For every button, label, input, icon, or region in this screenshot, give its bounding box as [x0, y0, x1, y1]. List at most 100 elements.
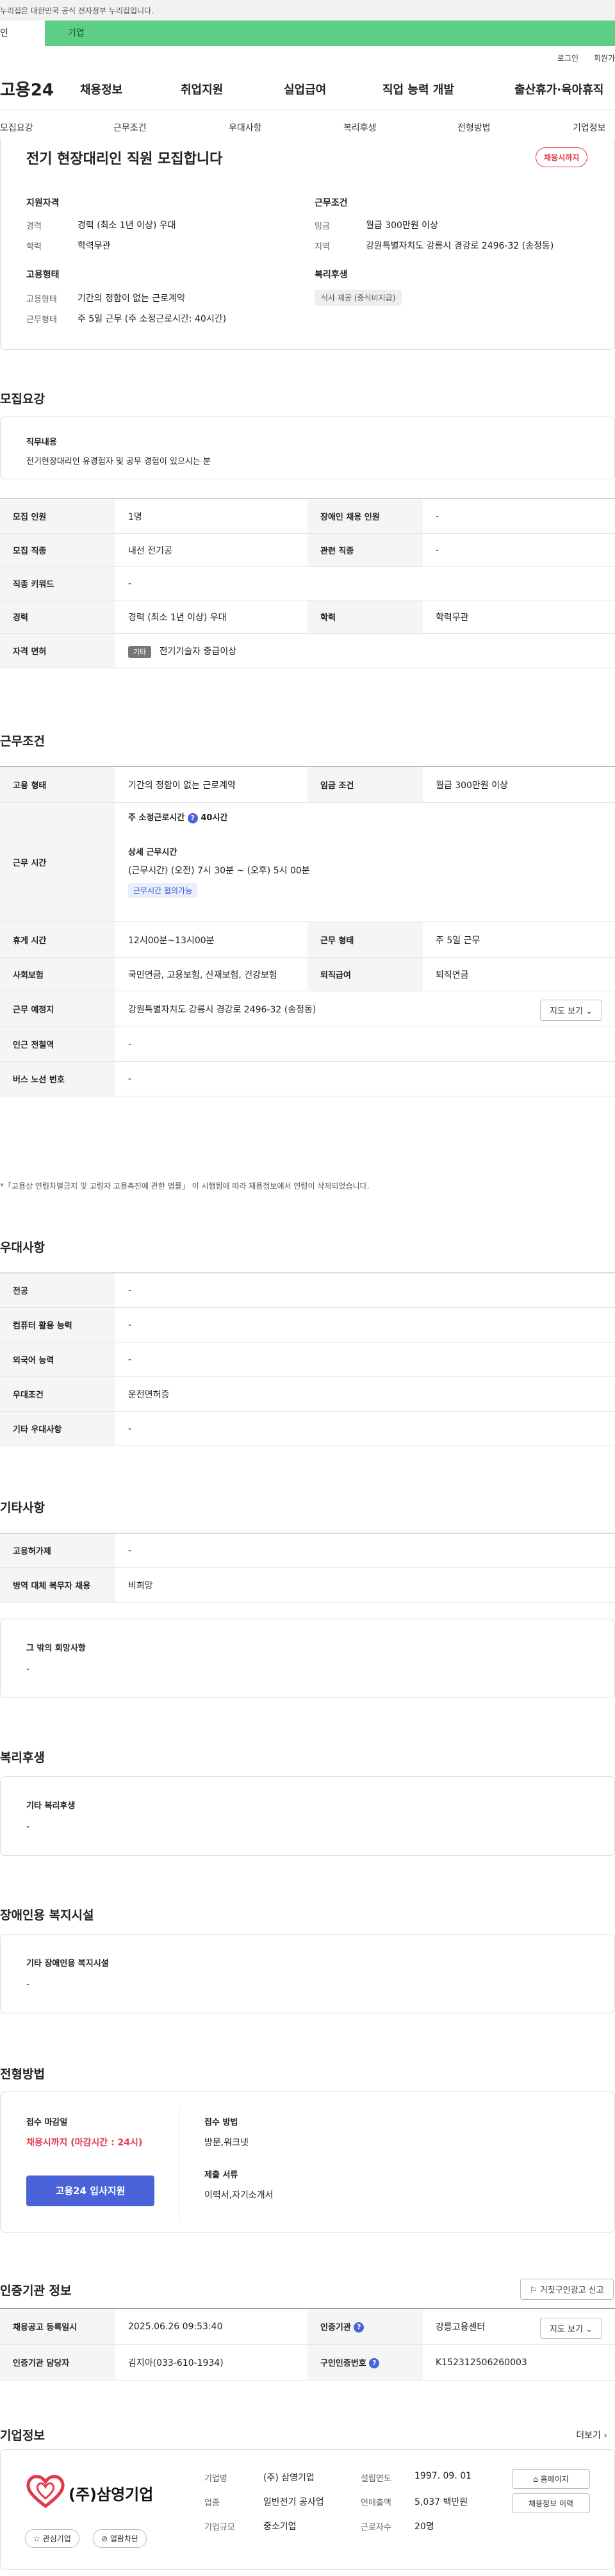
- employees-value: 20명: [414, 2522, 434, 2532]
- nav-item-unemployment-benefit[interactable]: 실업급여: [284, 81, 326, 97]
- hours-key: 근무 시간: [0, 802, 115, 922]
- section-nav-selection[interactable]: 전형방법: [457, 121, 491, 134]
- hours-week-label: 주 소정근로시간: [128, 813, 185, 823]
- break-key: 휴게 시간: [0, 921, 115, 958]
- heart-logo-icon: [26, 2475, 65, 2509]
- education-value: 학력무관: [78, 241, 111, 251]
- section-nav-company[interactable]: 기업정보: [573, 121, 606, 134]
- chevron-right-icon: ›: [603, 2431, 607, 2441]
- block-view-button[interactable]: ⊘ 열람차단: [93, 2529, 147, 2548]
- career-value: 경력 (최소 1년 이상) 우대: [78, 220, 176, 231]
- wish-card: 그 밖의 희망사항 -: [0, 1619, 615, 1698]
- block-icon: ⊘: [101, 2534, 108, 2543]
- company-name-key: 기업명: [204, 2474, 227, 2484]
- area-value: 강원특별자치도 강릉시 경강로 2496-32 (송정동): [366, 241, 554, 251]
- chevron-down-icon: ⌄: [586, 1007, 593, 1016]
- welfare-heading: 복리후생: [0, 1751, 45, 1765]
- manager-key: 인증기관 담당자: [0, 2344, 115, 2381]
- content-area: 전기 현장대리인 직원 모집합니다 채용시까지 지원자격 경력 경력 (최소 1…: [0, 138, 615, 2426]
- retirement-value: 퇴직연금: [423, 957, 615, 991]
- help-icon[interactable]: ?: [354, 2322, 365, 2333]
- nav-item-vocational-training[interactable]: 직업 능력 개발: [382, 81, 454, 97]
- company-area: 기업정보 더보기 › (주)삼영기업 ☆ 관심기업 ⊘ 열람차단 기업명 (주)…: [0, 2426, 615, 2576]
- major-value: -: [115, 1273, 615, 1308]
- method-value: 방문,워크넷: [204, 2138, 249, 2148]
- homepage-label: 홈페이지: [540, 2475, 569, 2484]
- career-row-key: 경력: [0, 600, 115, 634]
- prefer-cond-key: 우대조건: [0, 1376, 115, 1412]
- report-button[interactable]: ⚐ 거짓구인광고 신고: [520, 2279, 614, 2300]
- institution-value: 강릉고용센터: [436, 2322, 486, 2332]
- disabled-facility-card: 기타 장애인용 복지시설 -: [0, 1934, 615, 2013]
- nav-item-employment-support[interactable]: 취업지원: [181, 81, 223, 97]
- preference-table: 전공 - 컴퓨터 활용 능력 - 외국어 능력 - 우대조건 운전면허증 기타 우대사항…: [0, 1273, 615, 1446]
- section-nav-recruit[interactable]: 모집요강: [0, 121, 33, 134]
- apply-button[interactable]: 고용24 입사지원: [26, 2176, 154, 2206]
- edu-row-key: 학력: [308, 600, 423, 634]
- emptype-key: 고용형태: [26, 295, 57, 304]
- hours-negotiable-tag: 근무시간 협의가능: [128, 882, 198, 898]
- military-value: 비희망: [115, 1567, 615, 1603]
- founded-key: 설립연도: [361, 2474, 391, 2484]
- help-icon[interactable]: ?: [187, 813, 198, 823]
- hours-detail-label: 상세 근무시간: [128, 847, 177, 857]
- report-button-label: 거짓구인광고 신고: [539, 2286, 604, 2295]
- wish-value: -: [26, 1664, 30, 1674]
- summary-card: 전기 현장대리인 직원 모집합니다 채용시까지 지원자격 경력 경력 (최소 1…: [0, 138, 615, 350]
- prefer-etc-value: -: [115, 1411, 615, 1446]
- chevron-down-icon: ⌄: [586, 2325, 593, 2334]
- career-key: 경력: [26, 222, 42, 231]
- tab-business[interactable]: 기업: [45, 21, 615, 46]
- workplace-value: 강원특별자치도 강릉시 경강로 2496-32 (송정동): [128, 1004, 316, 1015]
- reg-date-value: 2025.06.26 09:53:40: [115, 2308, 308, 2345]
- welfare-pill: 식사 제공 (중식비지급): [315, 290, 402, 306]
- founded-value: 1997. 09. 01: [414, 2471, 472, 2481]
- company-logo-text: (주)삼영기업: [69, 2486, 154, 2504]
- license-tag: 기타: [128, 645, 152, 658]
- deadline-value: 채용시까지 (마감시간 : 24시): [26, 2138, 143, 2148]
- hours-week-value: 40시간: [201, 813, 228, 823]
- condition-title: 근무조건: [315, 198, 348, 208]
- job-history-button[interactable]: 채용정보 이력: [512, 2493, 590, 2513]
- nav-item-jobs[interactable]: 채용정보: [80, 81, 122, 97]
- agency-map-button[interactable]: 지도 보기 ⌄: [539, 2318, 602, 2339]
- cert-no-key-cell: 구인인증번호 ?: [308, 2344, 423, 2381]
- tab-personal[interactable]: 인: [0, 21, 45, 46]
- job-desc-card: 직무내용 전기현장대리인 유경험자 및 공무 경험이 있으시는 분: [0, 417, 615, 479]
- job-desc-value: 전기현장대리인 유경험자 및 공무 경험이 있으시는 분: [26, 457, 211, 466]
- agency-heading: 인증기관 정보: [0, 2284, 72, 2298]
- etc-heading: 기타사항: [0, 1501, 45, 1515]
- age-notice: *「고용상 연령차별금지 및 고령자 고용촉진에 관한 법률」 이 시행됨에 따…: [0, 1182, 370, 1191]
- break-value: 12시00분~13시00분: [115, 921, 308, 958]
- signup-link[interactable]: 회원가: [594, 54, 615, 63]
- section-nav-preference[interactable]: 우대사항: [229, 121, 262, 134]
- insurance-value: 국민연금, 고용보험, 산재보험, 건강보험: [115, 957, 308, 991]
- permit-value: -: [115, 1533, 615, 1568]
- subway-key: 인근 전철역: [0, 1027, 115, 1062]
- section-nav-conditions[interactable]: 근무조건: [113, 121, 147, 134]
- pc-skill-value: -: [115, 1307, 615, 1342]
- gov-notice-text: 누리집은 대한민국 공식 전자정부 누리집입니다.: [0, 6, 154, 15]
- language-key: 외국어 능력: [0, 1342, 115, 1377]
- login-link[interactable]: 로그인: [557, 54, 578, 63]
- industry-key: 업종: [204, 2498, 220, 2508]
- sales-value: 5,037 백만원: [414, 2497, 468, 2507]
- nav-item-parental-leave[interactable]: 출산휴가·육아휴직: [514, 81, 603, 97]
- site-logo[interactable]: 고용24: [0, 77, 80, 101]
- etc-table: 고용허가제 - 병역 대체 복무자 채용 비희망: [0, 1533, 615, 1603]
- count-key: 모집 인원: [0, 499, 115, 534]
- permit-key: 고용허가제: [0, 1533, 115, 1568]
- workplace-cell: 강원특별자치도 강릉시 경강로 2496-32 (송정동) 지도 보기 ⌄: [115, 991, 615, 1027]
- more-link[interactable]: 더보기 ›: [576, 2429, 607, 2441]
- section-nav-welfare[interactable]: 복리후생: [343, 121, 377, 134]
- audience-tabs: 인 기업: [0, 21, 615, 46]
- major-key: 전공: [0, 1273, 115, 1308]
- homepage-button[interactable]: ⌂ 홈페이지: [512, 2469, 590, 2489]
- favorite-company-button[interactable]: ☆ 관심기업: [25, 2529, 79, 2548]
- method-key: 접수 방법: [204, 2118, 238, 2127]
- map-button[interactable]: 지도 보기 ⌄: [539, 1000, 602, 1021]
- count-value: 1명: [115, 499, 308, 534]
- help-icon[interactable]: ?: [369, 2358, 380, 2369]
- selection-heading: 전형방법: [0, 2067, 45, 2081]
- institution-key: 인증기관: [320, 2322, 351, 2332]
